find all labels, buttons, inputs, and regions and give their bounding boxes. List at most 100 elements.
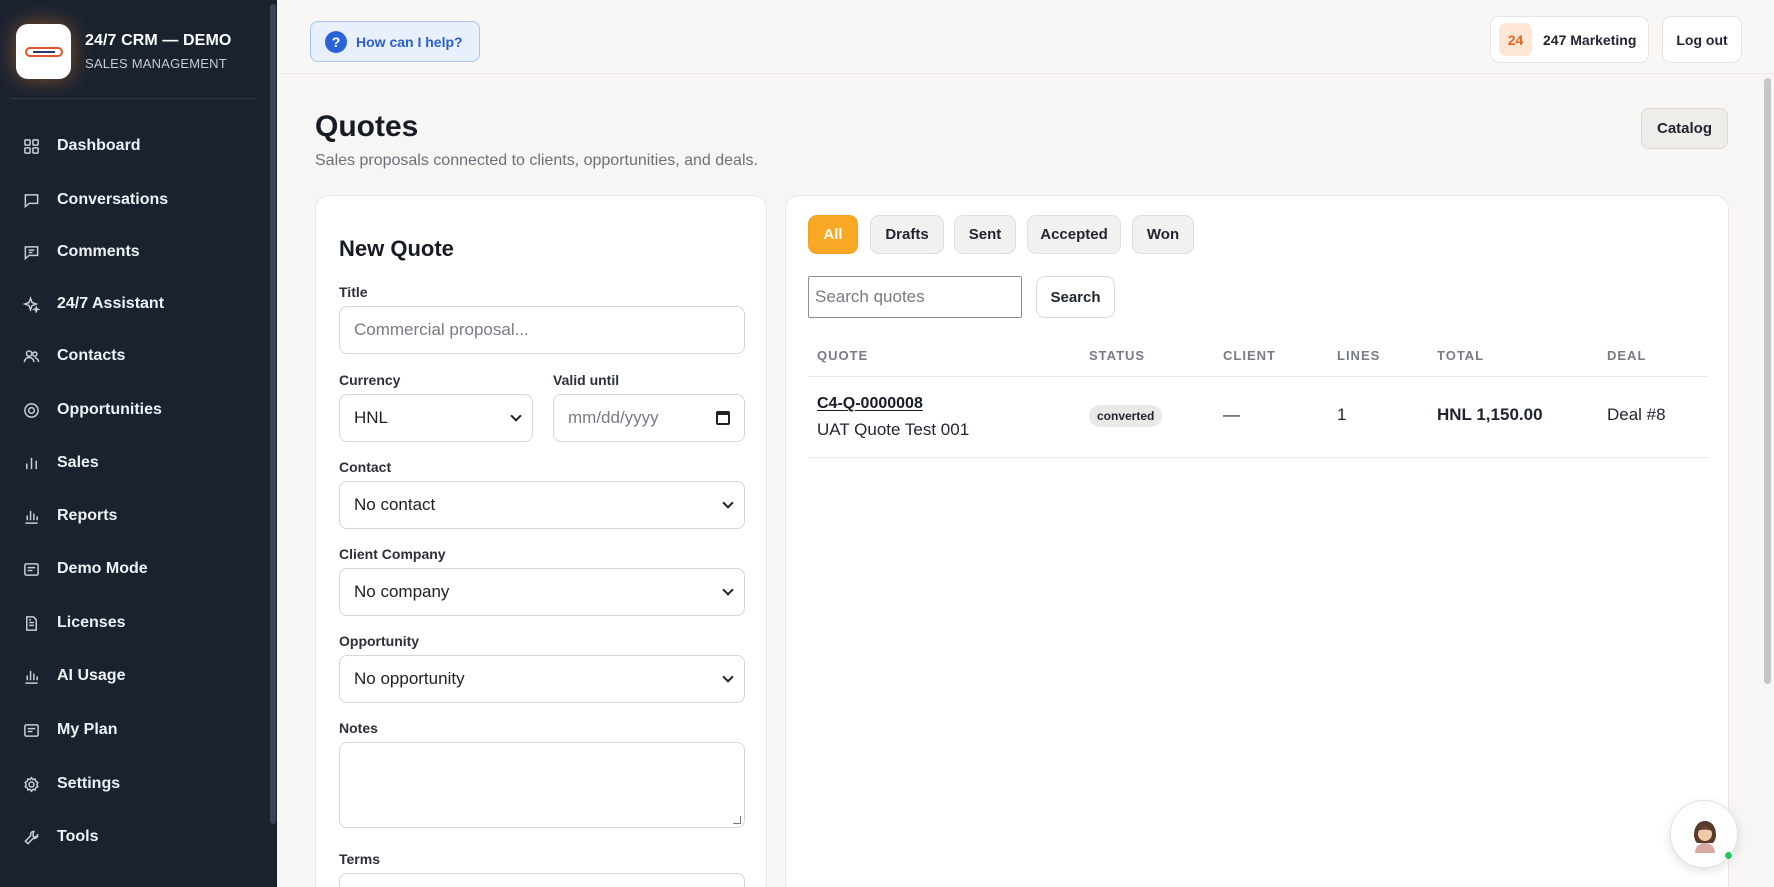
logout-button[interactable]: Log out bbox=[1662, 16, 1742, 63]
sidebar-item-tools[interactable]: Tools bbox=[0, 817, 270, 857]
sidebar-item-conversations[interactable]: Conversations bbox=[0, 180, 270, 220]
opportunity-select[interactable]: No opportunity bbox=[339, 655, 745, 703]
catalog-button[interactable]: Catalog bbox=[1641, 108, 1728, 149]
account-name: 247 Marketing bbox=[1543, 31, 1637, 48]
column-header-quote: QUOTE bbox=[817, 348, 869, 363]
filter-won[interactable]: Won bbox=[1132, 215, 1194, 254]
usage-chart-icon bbox=[22, 667, 40, 685]
table-header-divider bbox=[808, 376, 1708, 377]
total-cell: HNL 1,150.00 bbox=[1437, 405, 1543, 424]
sidebar-item-dashboard[interactable]: Dashboard bbox=[0, 126, 270, 166]
search-input[interactable]: Search quotes bbox=[808, 276, 1022, 318]
column-header-deal: DEAL bbox=[1607, 348, 1647, 363]
screen-icon bbox=[22, 560, 40, 578]
sparkle-icon bbox=[22, 295, 40, 313]
help-button[interactable]: ? How can I help? bbox=[310, 21, 480, 62]
gear-icon bbox=[22, 775, 40, 793]
account-button[interactable]: 24 247 Marketing bbox=[1490, 16, 1650, 63]
sidebar-item-label: AI Usage bbox=[57, 667, 126, 684]
chevron-down-icon bbox=[722, 671, 734, 683]
sidebar-item-label: Opportunities bbox=[57, 401, 162, 418]
chevron-down-icon bbox=[510, 410, 522, 422]
sidebar-item-reports[interactable]: Reports bbox=[0, 496, 270, 536]
users-icon bbox=[22, 347, 40, 365]
company-select[interactable]: No company bbox=[339, 568, 745, 616]
company-label: Client Company bbox=[339, 546, 446, 562]
assistant-avatar-icon bbox=[1694, 821, 1716, 853]
table-row-divider bbox=[808, 457, 1708, 458]
brand-logo bbox=[16, 24, 71, 79]
sidebar-divider bbox=[10, 98, 256, 99]
filter-sent[interactable]: Sent bbox=[954, 215, 1016, 254]
page-subtitle: Sales proposals connected to clients, op… bbox=[315, 152, 758, 169]
tools-icon bbox=[22, 828, 40, 846]
client-cell: — bbox=[1223, 405, 1240, 424]
bar-chart-icon bbox=[22, 454, 40, 472]
brand-subtitle: SALES MANAGEMENT bbox=[85, 56, 227, 71]
column-header-total: TOTAL bbox=[1437, 348, 1485, 363]
filter-drafts[interactable]: Drafts bbox=[870, 215, 944, 254]
online-status-indicator bbox=[1724, 851, 1733, 860]
sidebar-item-assistant[interactable]: 24/7 Assistant bbox=[0, 284, 270, 324]
sidebar-item-label: 24/7 Assistant bbox=[57, 295, 165, 312]
sidebar-item-label: Tools bbox=[57, 828, 99, 845]
column-header-status: STATUS bbox=[1089, 348, 1146, 363]
sidebar-item-contacts[interactable]: Contacts bbox=[0, 336, 270, 376]
notes-textarea[interactable] bbox=[339, 742, 745, 828]
sidebar-item-licenses[interactable]: Licenses bbox=[0, 603, 270, 643]
document-icon bbox=[22, 614, 40, 632]
currency-select[interactable]: HNL bbox=[339, 394, 533, 442]
sidebar-item-ai-usage[interactable]: AI Usage bbox=[0, 656, 270, 696]
contact-value: No contact bbox=[354, 495, 436, 514]
sidebar-item-label: My Plan bbox=[57, 721, 118, 738]
quotes-list-panel: All Drafts Sent Accepted Won Search quot… bbox=[785, 195, 1729, 887]
sidebar-item-label: Sales bbox=[57, 454, 99, 471]
lines-cell: 1 bbox=[1337, 405, 1347, 424]
brand[interactable]: 24/7 CRM — DEMO SALES MANAGEMENT bbox=[16, 24, 231, 79]
chevron-down-icon bbox=[722, 584, 734, 596]
search-button[interactable]: Search bbox=[1036, 276, 1115, 318]
sidebar-item-label: Comments bbox=[57, 243, 140, 260]
column-header-lines: LINES bbox=[1337, 348, 1381, 363]
sidebar-item-label: Conversations bbox=[57, 191, 169, 208]
contact-label: Contact bbox=[339, 459, 392, 475]
sidebar-item-comments[interactable]: Comments bbox=[0, 232, 270, 272]
filter-accepted[interactable]: Accepted bbox=[1027, 215, 1121, 254]
valid-until-input[interactable]: mm/dd/yyyy bbox=[553, 394, 745, 442]
sidebar-item-settings[interactable]: Settings bbox=[0, 764, 270, 804]
brand-title: 24/7 CRM — DEMO bbox=[85, 32, 232, 49]
grid-icon bbox=[22, 137, 40, 155]
filter-all[interactable]: All bbox=[808, 215, 858, 254]
title-label: Title bbox=[339, 284, 368, 300]
quote-code-link[interactable]: C4-Q-0000008 bbox=[817, 395, 923, 413]
notes-label: Notes bbox=[339, 720, 378, 736]
title-input[interactable]: Commercial proposal... bbox=[339, 306, 745, 354]
topbar: ? How can I help? 24 247 Marketing Log o… bbox=[277, 0, 1774, 74]
help-icon: ? bbox=[325, 30, 347, 53]
main-scrollbar[interactable] bbox=[1764, 78, 1771, 684]
column-header-client: CLIENT bbox=[1223, 348, 1276, 363]
reports-icon bbox=[22, 507, 40, 525]
page-title: Quotes bbox=[315, 110, 419, 143]
sidebar-item-demo-mode[interactable]: Demo Mode bbox=[0, 549, 270, 589]
sidebar-scrollbar[interactable] bbox=[270, 4, 276, 824]
form-title: New Quote bbox=[339, 236, 454, 261]
calendar-icon[interactable] bbox=[716, 411, 730, 425]
terms-input[interactable] bbox=[339, 873, 745, 887]
sidebar-item-opportunities[interactable]: Opportunities bbox=[0, 390, 270, 430]
comment-icon bbox=[22, 243, 40, 261]
assistant-chat-button[interactable] bbox=[1670, 800, 1738, 868]
sidebar-item-my-plan[interactable]: My Plan bbox=[0, 710, 270, 750]
resize-handle[interactable] bbox=[733, 816, 741, 824]
sidebar-item-label: Dashboard bbox=[57, 137, 141, 154]
new-quote-panel: New Quote Title Commercial proposal... C… bbox=[315, 195, 767, 887]
company-value: No company bbox=[354, 582, 450, 601]
plan-icon bbox=[22, 721, 40, 739]
sidebar-item-label: Demo Mode bbox=[57, 560, 148, 577]
opportunity-value: No opportunity bbox=[354, 669, 465, 688]
chat-icon bbox=[22, 191, 40, 209]
sidebar-item-sales[interactable]: Sales bbox=[0, 443, 270, 483]
sidebar-item-label: Licenses bbox=[57, 614, 126, 631]
contact-select[interactable]: No contact bbox=[339, 481, 745, 529]
valid-until-label: Valid until bbox=[553, 372, 620, 388]
